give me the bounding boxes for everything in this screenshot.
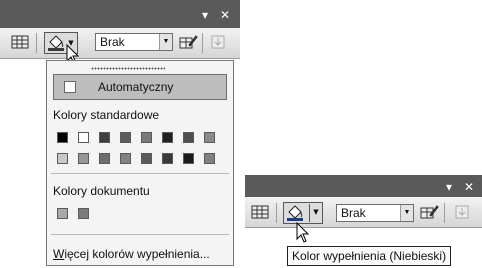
menu-divider xyxy=(51,234,229,235)
toolbar-separator xyxy=(202,33,203,53)
fill-color-tooltip: Kolor wypełnienia (Niebieski) xyxy=(287,246,452,266)
document-colors-heading: Kolory dokumentu xyxy=(53,184,150,198)
color-swatch[interactable] xyxy=(120,153,131,164)
chevron-down-icon[interactable]: ▼ xyxy=(159,34,172,50)
color-swatch[interactable] xyxy=(204,153,215,164)
paint-bucket-icon xyxy=(287,205,303,221)
close-icon[interactable]: ✕ xyxy=(464,181,474,193)
close-icon[interactable]: ✕ xyxy=(220,9,230,21)
color-swatch[interactable] xyxy=(57,208,68,219)
mouse-cursor-icon xyxy=(296,222,310,243)
split-button-divider xyxy=(309,204,310,222)
more-colors-label: ięcej kolorów wypełnienia... xyxy=(64,247,210,261)
line-style-value: Brak xyxy=(341,206,366,220)
color-swatch[interactable] xyxy=(99,132,110,143)
automatic-color-swatch xyxy=(64,81,76,93)
menu-divider xyxy=(51,173,229,174)
fill-color-menu: Automatyczny Kolory standardowe Kolory d… xyxy=(46,60,234,266)
pen-table-icon[interactable] xyxy=(419,203,439,221)
line-style-value: Brak xyxy=(100,35,125,49)
automatic-color-label: Automatyczny xyxy=(98,80,174,94)
disabled-arrow-icon xyxy=(211,35,225,49)
toolbar-separator xyxy=(276,203,277,223)
color-swatch[interactable] xyxy=(78,208,89,219)
color-swatch[interactable] xyxy=(183,153,194,164)
more-colors-hotkey: W xyxy=(53,247,65,261)
color-swatch[interactable] xyxy=(141,153,152,164)
paint-bucket-icon xyxy=(48,35,64,51)
color-swatch[interactable] xyxy=(141,132,152,143)
pen-table-icon[interactable] xyxy=(178,33,198,51)
toolbar-options-icon[interactable]: ▾ xyxy=(202,9,208,21)
color-swatch[interactable] xyxy=(99,153,110,164)
color-swatch[interactable] xyxy=(162,153,173,164)
color-swatch[interactable] xyxy=(183,132,194,143)
table-grid-icon[interactable] xyxy=(10,33,30,51)
toolbar-separator xyxy=(444,203,445,223)
line-style-combo[interactable]: Brak ▼ xyxy=(336,204,414,222)
color-swatch[interactable] xyxy=(204,132,215,143)
toolbar-options-icon[interactable]: ▾ xyxy=(446,181,452,193)
color-swatch[interactable] xyxy=(57,132,68,143)
disabled-arrow-icon xyxy=(455,205,469,219)
color-swatch[interactable] xyxy=(78,132,89,143)
toolbar-separator xyxy=(36,33,37,53)
more-fill-colors-item[interactable]: Więcej kolorów wypełnienia... xyxy=(53,247,210,261)
automatic-color-button[interactable]: Automatyczny xyxy=(53,74,227,100)
color-swatch[interactable] xyxy=(120,132,131,143)
menu-drag-handle[interactable] xyxy=(91,67,165,70)
chevron-down-icon[interactable]: ▼ xyxy=(400,205,413,221)
color-swatch[interactable] xyxy=(162,132,173,143)
fill-color-dropdown-arrow[interactable]: ▼ xyxy=(311,203,321,221)
color-swatch[interactable] xyxy=(57,153,68,164)
color-swatch[interactable] xyxy=(78,153,89,164)
table-grid-icon[interactable] xyxy=(250,203,270,221)
standard-colors-heading: Kolory standardowe xyxy=(53,108,160,122)
line-style-combo[interactable]: Brak ▼ xyxy=(95,33,173,51)
